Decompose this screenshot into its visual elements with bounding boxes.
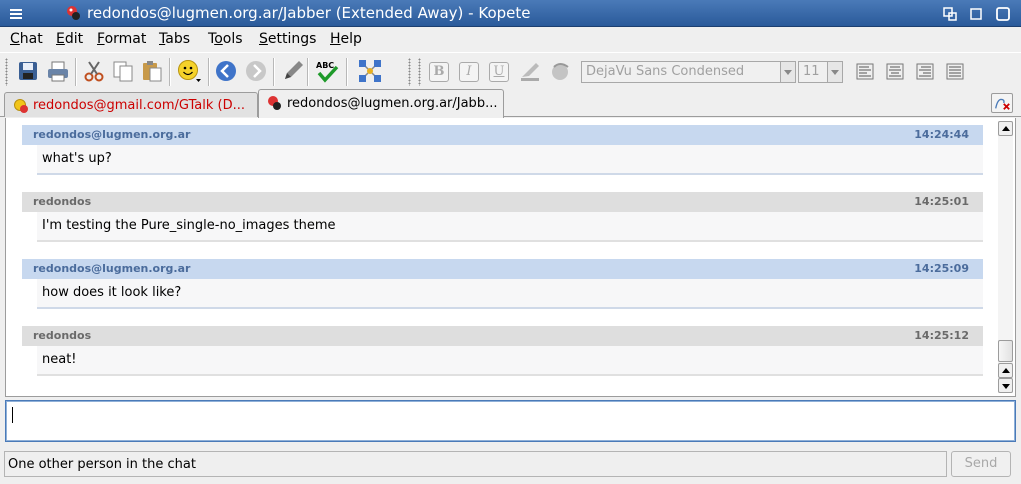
message-item: redondos@lugmen.org.ar 14:24:44 what's u… — [22, 125, 983, 175]
align-center-icon[interactable] — [883, 59, 907, 83]
menu-bar: Chat Edit Format Tabs Tools Settings Hel… — [0, 27, 1021, 52]
chat-view[interactable]: redondos@lugmen.org.ar 14:24:44 what's u… — [5, 118, 1016, 397]
window-menu-icon[interactable] — [8, 6, 24, 22]
contact-status-icon — [268, 96, 281, 110]
toolbar-separator — [208, 58, 210, 86]
menu-chat[interactable]: Chat — [10, 31, 43, 47]
print-icon[interactable] — [46, 59, 70, 83]
chat-scrollbar[interactable] — [998, 121, 1013, 393]
kopete-icon — [67, 6, 80, 20]
close-tab-icon[interactable] — [991, 93, 1013, 113]
title-bar: redondos@lugmen.org.ar/Jabber (Extended … — [0, 0, 1021, 27]
italic-button[interactable]: I — [459, 62, 479, 82]
font-size-select[interactable]: 11 — [798, 61, 843, 83]
message-sender: redondos — [33, 195, 92, 208]
bold-button[interactable]: B — [429, 62, 449, 82]
toolbar-grip[interactable] — [5, 58, 8, 86]
tab-label: redondos@gmail.com/GTalk (D... — [33, 98, 245, 113]
font-family-select[interactable]: DejaVu Sans Condensed — [581, 61, 796, 83]
toolbar-grip[interactable] — [418, 58, 421, 86]
minimize-icon[interactable] — [968, 6, 984, 22]
toolbar-separator — [273, 58, 275, 86]
smiley-icon[interactable] — [177, 59, 201, 83]
font-size-value: 11 — [803, 64, 820, 79]
network-icon[interactable] — [358, 59, 382, 83]
status-text: One other person in the chat — [4, 451, 947, 477]
menu-settings[interactable]: Settings — [259, 31, 316, 47]
message-sender: redondos@lugmen.org.ar — [33, 262, 191, 275]
scroll-thumb[interactable] — [998, 340, 1013, 362]
paste-icon[interactable] — [140, 59, 164, 83]
menu-format[interactable]: Format — [97, 31, 146, 47]
toolbar-separator — [75, 58, 77, 86]
menu-help[interactable]: Help — [330, 31, 362, 47]
pen-icon[interactable] — [281, 59, 305, 83]
message-item: redondos@lugmen.org.ar 14:25:09 how does… — [22, 259, 983, 309]
status-bar: One other person in the chat Send — [0, 448, 1021, 484]
save-icon[interactable] — [16, 59, 40, 83]
align-right-icon[interactable] — [913, 59, 937, 83]
message-sender: redondos@lugmen.org.ar — [33, 128, 191, 141]
cut-icon[interactable] — [82, 59, 106, 83]
tab-bar: redondos@gmail.com/GTalk (D... redondos@… — [0, 89, 1021, 118]
toolbar-separator — [307, 58, 309, 86]
tab-label: redondos@lugmen.org.ar/Jabb... — [287, 96, 498, 111]
scroll-up-button[interactable] — [998, 121, 1013, 136]
align-left-icon[interactable] — [853, 59, 877, 83]
chevron-down-icon — [827, 62, 842, 82]
tab-gtalk[interactable]: redondos@gmail.com/GTalk (D... — [4, 92, 258, 117]
copy-icon[interactable] — [111, 59, 135, 83]
maximize-icon[interactable] — [995, 6, 1011, 22]
message-time: 14:25:01 — [914, 195, 969, 208]
send-button[interactable]: Send — [951, 451, 1011, 477]
text-caret — [12, 407, 13, 423]
message-time: 14:25:12 — [914, 329, 969, 342]
message-input[interactable] — [5, 400, 1016, 442]
toolbar-grip[interactable] — [408, 58, 411, 86]
scroll-up-button[interactable] — [998, 363, 1013, 378]
message-text: what's up? — [37, 145, 983, 175]
message-item: redondos 14:25:12 neat! — [22, 326, 983, 376]
window-shade-icon[interactable] — [942, 6, 958, 22]
toolbar-separator — [346, 58, 348, 86]
toolbar: ABC B I U DejaVu Sans Condensed 11 — [0, 52, 1021, 89]
align-justify-icon[interactable] — [943, 59, 967, 83]
message-time: 14:24:44 — [914, 128, 969, 141]
message-header: redondos 14:25:01 — [22, 192, 983, 212]
scroll-down-button[interactable] — [998, 378, 1013, 393]
font-family-value: DejaVu Sans Condensed — [586, 64, 745, 79]
window-title: redondos@lugmen.org.ar/Jabber (Extended … — [87, 4, 531, 22]
message-header: redondos@lugmen.org.ar 14:25:09 — [22, 259, 983, 279]
menu-tabs[interactable]: Tabs — [159, 31, 190, 47]
message-item: redondos 14:25:01 I'm testing the Pure_s… — [22, 192, 983, 242]
message-header: redondos@lugmen.org.ar 14:24:44 — [22, 125, 983, 145]
svg-text:ABC: ABC — [316, 61, 334, 70]
forward-icon[interactable] — [244, 59, 268, 83]
message-text: how does it look like? — [37, 279, 983, 309]
menu-tools[interactable]: Tools — [208, 31, 243, 47]
back-icon[interactable] — [214, 59, 238, 83]
chevron-down-icon — [780, 62, 795, 82]
background-color-icon[interactable] — [548, 59, 572, 83]
message-text: neat! — [37, 346, 983, 376]
message-time: 14:25:09 — [914, 262, 969, 275]
message-header: redondos 14:25:12 — [22, 326, 983, 346]
toolbar-separator — [169, 58, 171, 86]
message-text: I'm testing the Pure_single-no_images th… — [37, 212, 983, 242]
menu-edit[interactable]: Edit — [56, 31, 83, 47]
text-color-icon[interactable] — [518, 59, 542, 83]
message-sender: redondos — [33, 329, 92, 342]
tab-jabber[interactable]: redondos@lugmen.org.ar/Jabb... — [258, 89, 504, 118]
spellcheck-icon[interactable]: ABC — [315, 59, 339, 83]
underline-button[interactable]: U — [489, 62, 509, 82]
contact-status-icon — [14, 99, 28, 113]
